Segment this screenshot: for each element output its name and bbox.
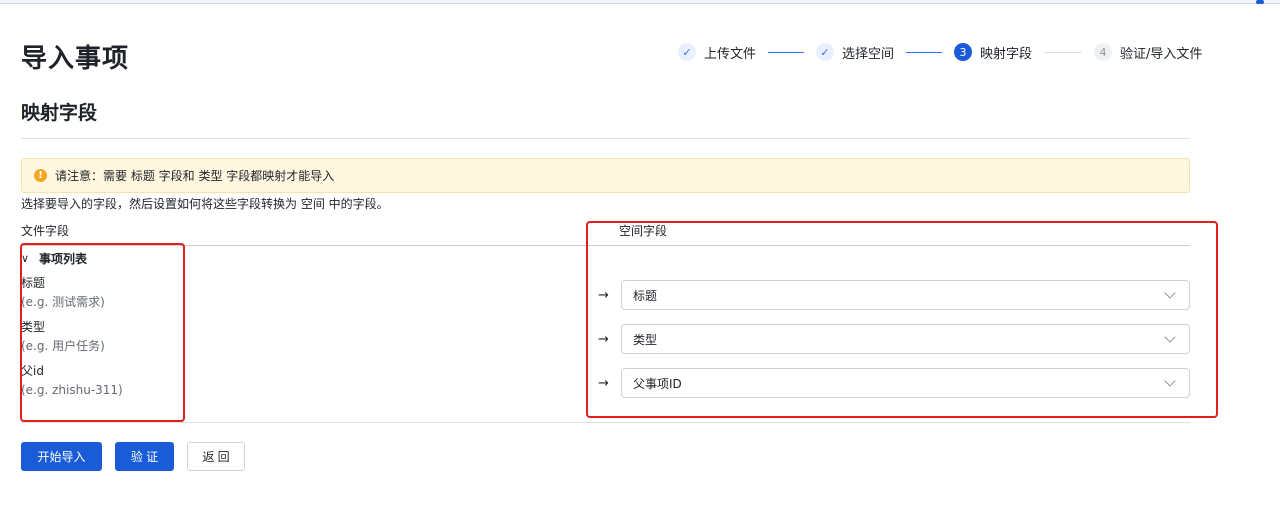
step-validate-import: 4 验证/导入文件 xyxy=(1094,43,1202,62)
step-connector xyxy=(1044,51,1083,53)
step-label: 上传文件 xyxy=(704,46,757,62)
notice-text: 请注意：需要 标题 字段和 类型 字段都映射才能导入 xyxy=(55,169,335,183)
divider xyxy=(21,138,1190,139)
annotation-box-file-fields xyxy=(20,243,185,422)
section-title: 映射字段 xyxy=(21,102,98,124)
step-number: 3 xyxy=(954,43,973,61)
step-label: 选择空间 xyxy=(842,46,895,62)
warning-icon: ! xyxy=(34,169,47,182)
back-button[interactable]: 返 回 xyxy=(187,442,245,471)
import-steps: ✓ 上传文件 ✓ 选择空间 3 映射字段 4 验证/导入文件 xyxy=(678,41,1202,63)
notice-banner: ! 请注意：需要 标题 字段和 类型 字段都映射才能导入 xyxy=(21,158,1190,193)
check-icon: ✓ xyxy=(816,43,835,61)
validate-button[interactable]: 验 证 xyxy=(115,442,174,471)
annotation-box-space-fields xyxy=(586,221,1218,418)
step-label: 验证/导入文件 xyxy=(1120,46,1203,62)
start-import-button[interactable]: 开始导入 xyxy=(21,442,102,471)
step-upload-file: ✓ 上传文件 xyxy=(678,43,756,62)
check-icon: ✓ xyxy=(678,43,696,61)
top-browser-strip xyxy=(0,0,1280,4)
step-number: 4 xyxy=(1094,43,1113,61)
step-label: 映射字段 xyxy=(980,46,1033,62)
file-fields-header: 文件字段 xyxy=(21,224,70,238)
step-select-space: ✓ 选择空间 xyxy=(816,43,894,62)
mapping-description: 选择要导入的字段，然后设置如何将这些字段转换为 空间 中的字段。 xyxy=(21,197,389,211)
step-connector xyxy=(768,51,805,53)
page-title: 导入事项 xyxy=(21,44,130,74)
divider xyxy=(21,422,1190,423)
step-connector xyxy=(906,51,943,53)
step-map-fields: 3 映射字段 xyxy=(954,43,1032,62)
